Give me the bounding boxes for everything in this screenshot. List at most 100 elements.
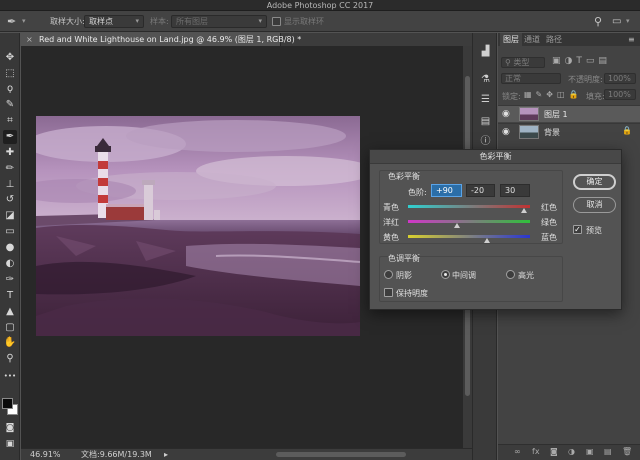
properties-icon[interactable]: ☰ <box>479 93 492 106</box>
path-select-tool-icon[interactable]: ▲ <box>3 305 17 319</box>
chevron-down-icon[interactable]: ▾ <box>22 11 26 32</box>
brush-tool-icon[interactable]: ✏ <box>3 162 17 176</box>
lock-icon[interactable]: 🔒 <box>622 126 632 135</box>
layer-filter-select[interactable]: ⚲ 类型 <box>501 57 545 68</box>
level-field-cyan-red[interactable]: +90 <box>431 184 462 197</box>
blend-mode-select[interactable]: 正常 <box>501 73 561 84</box>
preserve-luminosity-checkbox[interactable] <box>384 288 393 297</box>
color-balance-dialog: 色彩平衡 色彩平衡 色阶: +90 -20 30 青色 红色 洋红 绿色 黄色 … <box>369 149 622 310</box>
eye-icon[interactable]: ◉ <box>502 109 510 119</box>
slider-left-label-magenta: 洋红 <box>383 218 399 227</box>
gradient-tool-icon[interactable]: ▭ <box>3 225 17 239</box>
tone-midtones-radio[interactable] <box>441 270 450 279</box>
rectangle-tool-icon[interactable]: ▢ <box>3 321 17 335</box>
new-group-icon[interactable]: ▣ <box>586 447 594 456</box>
eraser-tool-icon[interactable]: ◪ <box>3 209 17 223</box>
sample-label: 样本: <box>150 17 169 26</box>
lasso-tool-icon[interactable]: ϙ <box>3 82 17 96</box>
link-layers-icon[interactable]: ∞ <box>514 447 521 456</box>
blend-mode-value: 正常 <box>505 74 521 83</box>
tone-shadows-radio[interactable] <box>384 270 393 279</box>
sample-select[interactable]: 所有图层 ▾ <box>171 15 267 28</box>
slider-right-label-green: 绿色 <box>541 218 557 227</box>
tab-layers[interactable]: 图层 <box>500 33 522 46</box>
libraries-icon[interactable]: ▤ <box>479 115 492 128</box>
quick-mask-icon[interactable]: ◙ <box>3 421 17 435</box>
info-icon[interactable]: ⓘ <box>479 135 492 148</box>
eyedropper-tool-preset-icon[interactable]: ✒ <box>7 11 16 32</box>
eye-icon[interactable]: ◉ <box>502 127 510 137</box>
fill-field[interactable]: 100% <box>604 89 636 100</box>
layer-name[interactable]: 背景 <box>544 124 560 141</box>
fill-value: 100% <box>608 90 631 99</box>
histogram-icon[interactable]: ▟ <box>479 45 492 58</box>
chevron-down-icon[interactable]: ▾ <box>626 11 630 32</box>
lighthouse-photo <box>36 116 360 336</box>
document-tab[interactable]: × Red and White Lighthouse on Land.jpg @… <box>21 33 301 46</box>
opacity-value: 100% <box>608 74 631 83</box>
move-tool-icon[interactable]: ✥ <box>3 51 17 65</box>
show-ring-label: 显示取样环 <box>284 17 324 26</box>
tools-panel: ◙ ▣ ✥ ⬚ ϙ ✎ ⌗ ✒ ✚ ✏ ⊥ ↺ ◪ ▭ ● ◐ ✑ T ▲ ▢ ✋ ⚲ ••• <box>0 33 20 460</box>
cyan-red-track[interactable] <box>408 205 530 208</box>
crop-tool-icon[interactable]: ⌗ <box>3 114 17 128</box>
adjustments-icon[interactable]: ⚗ <box>479 73 492 86</box>
tab-channels[interactable]: 通道 <box>524 33 540 46</box>
magenta-green-track[interactable] <box>408 220 530 223</box>
screen-mode-icon[interactable]: ▣ <box>3 437 17 451</box>
chevron-down-icon: ▾ <box>135 17 139 25</box>
layer-name[interactable]: 图层 1 <box>544 106 568 123</box>
add-mask-icon[interactable]: ◙ <box>550 447 558 456</box>
marquee-tool-icon[interactable]: ⬚ <box>3 67 17 81</box>
tab-paths[interactable]: 路径 <box>546 33 562 46</box>
fx-icon[interactable]: fx <box>532 447 540 456</box>
preserve-luminosity-label: 保持明度 <box>396 289 428 298</box>
layer-filter-value: 类型 <box>513 58 530 67</box>
level-field-magenta-green[interactable]: -20 <box>466 184 495 197</box>
layer-filter-icons[interactable]: ▣◑T▭▤ <box>552 56 640 66</box>
chevron-down-icon: ▾ <box>258 17 262 25</box>
clone-stamp-tool-icon[interactable]: ⊥ <box>3 178 17 192</box>
more-tools-icon[interactable]: ••• <box>3 369 17 383</box>
zoom-level[interactable]: 46.91% <box>30 449 61 460</box>
sample-size-select[interactable]: 取样点 ▾ <box>84 15 144 28</box>
lock-icons[interactable]: ▦✎✥◫🔒 <box>524 90 582 99</box>
opacity-field[interactable]: 100% <box>604 73 636 84</box>
dodge-tool-icon[interactable]: ◐ <box>3 257 17 271</box>
search-icon[interactable]: ⚲ <box>594 11 602 32</box>
ok-button[interactable]: 确定 <box>573 174 616 190</box>
foreground-color-swatch[interactable] <box>2 398 13 409</box>
show-ring-checkbox[interactable] <box>272 17 281 26</box>
quick-select-tool-icon[interactable]: ✎ <box>3 98 17 112</box>
level-field-yellow-blue[interactable]: 30 <box>500 184 530 197</box>
adjustment-layer-icon[interactable]: ◑ <box>568 447 575 456</box>
dialog-title[interactable]: 色彩平衡 <box>370 150 621 164</box>
document-image[interactable] <box>36 116 360 336</box>
panel-menu-icon[interactable]: ≡ <box>628 33 635 46</box>
workspace-icon[interactable]: ▭ <box>612 11 621 32</box>
blur-tool-icon[interactable]: ● <box>3 241 17 255</box>
cyan-red-slider-handle[interactable] <box>520 208 527 213</box>
tone-highlights-radio[interactable] <box>506 270 515 279</box>
status-menu-arrow-icon[interactable]: ▸ <box>164 449 168 460</box>
hand-tool-icon[interactable]: ✋ <box>3 336 17 350</box>
magenta-green-slider-handle[interactable] <box>453 223 460 228</box>
trash-icon[interactable]: 🗑 <box>622 447 632 456</box>
app-title: Adobe Photoshop CC 2017 <box>266 1 374 10</box>
pen-tool-icon[interactable]: ✑ <box>3 273 17 287</box>
eyedropper-tool-icon[interactable]: ✒ <box>3 130 17 144</box>
type-tool-icon[interactable]: T <box>3 289 17 303</box>
yellow-blue-track[interactable] <box>408 235 530 238</box>
history-brush-tool-icon[interactable]: ↺ <box>3 193 17 207</box>
yellow-blue-slider-handle[interactable] <box>484 238 491 243</box>
layer-row-layer1[interactable]: ◉ 图层 1 <box>498 105 640 122</box>
lock-label: 锁定: <box>502 92 521 101</box>
horizontal-scroll-thumb[interactable] <box>276 452 406 457</box>
new-layer-icon[interactable]: ▤ <box>604 447 612 456</box>
layer-row-background[interactable]: ◉ 背景 🔒 <box>498 123 640 140</box>
cancel-button[interactable]: 取消 <box>573 197 616 213</box>
healing-brush-tool-icon[interactable]: ✚ <box>3 146 17 160</box>
zoom-tool-icon[interactable]: ⚲ <box>3 352 17 366</box>
preview-checkbox[interactable]: ✓ <box>573 225 582 234</box>
close-icon[interactable]: × <box>26 33 33 46</box>
